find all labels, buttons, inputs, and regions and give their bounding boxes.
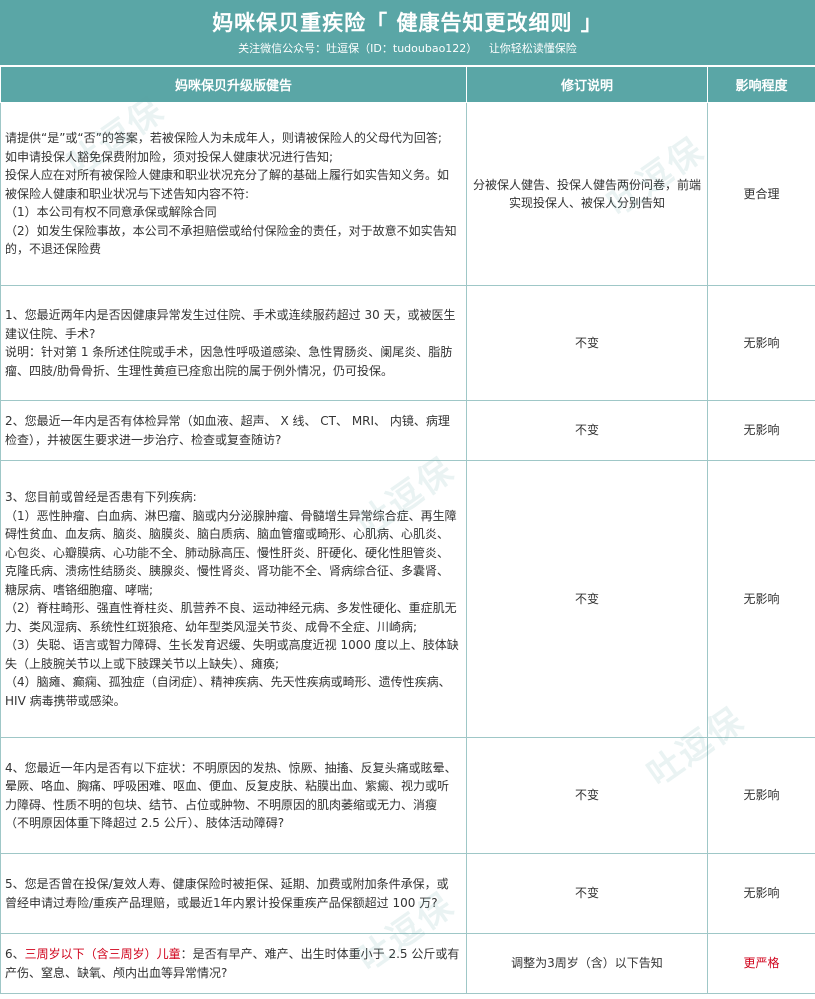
- impact-cell: 无影响: [707, 460, 815, 738]
- impact-cell: 更严格: [707, 933, 815, 994]
- revision-note-cell: 不变: [466, 285, 708, 401]
- page-subtitle: 关注微信公众号：吐逗保（ID：tudoubao122） 让你轻松读懂保险: [0, 37, 815, 58]
- impact-cell: 无影响: [707, 400, 815, 461]
- question-line: 1、您最近两年内是否因健康异常发生过住院、手术或连续服药超过 30 天，或被医生…: [5, 308, 456, 341]
- revision-note-cell: 不变: [466, 737, 708, 854]
- question-prefix: 6、: [5, 947, 25, 961]
- table-header-row: 妈咪保贝升级版健告 修订说明 影响程度: [0, 66, 815, 103]
- question-cell: 3、您目前或曾经是否患有下列疾病: （1）恶性肿瘤、白血病、淋巴瘤、脑或内分泌腺…: [0, 460, 467, 738]
- question-line: 2、您最近一年内是否有体检异常（如血液、超声、 X 线、 CT、 MRI、 内镜…: [5, 414, 450, 447]
- page-header: 妈咪保贝重疾险「 健康告知更改细则 」 关注微信公众号：吐逗保（ID：tudou…: [0, 0, 815, 66]
- table-row: 5、您是否曾在投保/复效人寿、健康保险时被拒保、延期、加费或附加条件承保，或曾经…: [0, 853, 815, 934]
- question-highlight: 三周岁以下（含三周岁）儿童: [24, 947, 181, 961]
- page: 妈咪保贝重疾险「 健康告知更改细则 」 关注微信公众号：吐逗保（ID：tudou…: [0, 0, 815, 999]
- impact-cell: 无影响: [707, 285, 815, 401]
- table-row: 2、您最近一年内是否有体检异常（如血液、超声、 X 线、 CT、 MRI、 内镜…: [0, 400, 815, 461]
- question-cell: 6、三周岁以下（含三周岁）儿童：是否有早产、难产、出生时体重小于 2.5 公斤或…: [0, 933, 467, 994]
- question-line: （2）如发生保险事故，本公司不承担赔偿或给付保险金的责任，对于故意不如实告知的，…: [5, 223, 457, 257]
- question-line: 投保人应在对所有被保险人健康和职业状况充分了解的基础上履行如实告知义务。如被保险…: [5, 168, 450, 201]
- revision-note-cell: 不变: [466, 400, 708, 461]
- revision-note-cell: 不变: [466, 853, 708, 934]
- revision-note-cell: 分被保人健告、投保人健告两份问卷，前端实现投保人、被保人分别告知: [466, 102, 708, 286]
- question-line: 说明：针对第 1 条所述住院或手术，因急性呼吸道感染、急性胃肠炎、阑尾炎、脂肪瘤…: [5, 345, 453, 378]
- table-row: 3、您目前或曾经是否患有下列疾病: （1）恶性肿瘤、白血病、淋巴瘤、脑或内分泌腺…: [0, 460, 815, 738]
- column-header-health-notice: 妈咪保贝升级版健告: [0, 66, 467, 103]
- revision-note-cell: 调整为3周岁（含）以下告知: [466, 933, 708, 994]
- question-line: （4）脑瘫、癫痫、孤独症（自闭症）、精神疾病、先天性疾病或畸形、遗传性疾病、HI…: [5, 675, 451, 708]
- question-cell: 5、您是否曾在投保/复效人寿、健康保险时被拒保、延期、加费或附加条件承保，或曾经…: [0, 853, 467, 934]
- table-row: 1、您最近两年内是否因健康异常发生过住院、手术或连续服药超过 30 天，或被医生…: [0, 285, 815, 401]
- table-row: 6、三周岁以下（含三周岁）儿童：是否有早产、难产、出生时体重小于 2.5 公斤或…: [0, 933, 815, 994]
- question-line: （2）脊柱畸形、强直性脊柱炎、肌营养不良、运动神经元病、多发性硬化、重症肌无力、…: [5, 601, 457, 634]
- table-row: 请提供“是”或“否”的答案，若被保险人为未成年人，则请被保险人的父母代为回答; …: [0, 102, 815, 286]
- question-line: 5、您是否曾在投保/复效人寿、健康保险时被拒保、延期、加费或附加条件承保，或曾经…: [5, 877, 449, 910]
- impact-cell: 无影响: [707, 853, 815, 934]
- revision-note-cell: 不变: [466, 460, 708, 738]
- question-line: 3、您目前或曾经是否患有下列疾病:: [5, 490, 197, 504]
- column-header-impact: 影响程度: [707, 66, 815, 103]
- column-header-revision-note: 修订说明: [466, 66, 708, 103]
- question-line: （1）恶性肿瘤、白血病、淋巴瘤、脑或内分泌腺肿瘤、骨髓增生异常综合症、再生障碍性…: [5, 508, 457, 597]
- question-cell: 2、您最近一年内是否有体检异常（如血液、超声、 X 线、 CT、 MRI、 内镜…: [0, 400, 467, 461]
- table-row: 4、您最近一年内是否有以下症状：不明原因的发热、惊厥、抽搐、反复头痛或眩晕、晕厥…: [0, 737, 815, 854]
- page-title: 妈咪保贝重疾险「 健康告知更改细则 」: [212, 11, 603, 35]
- question-line: 如申请投保人豁免保费附加险，须对投保人健康状况进行告知;: [5, 149, 334, 164]
- subtitle-follow: 关注微信公众号：吐逗保（ID：tudoubao122）: [238, 42, 478, 55]
- impact-cell: 无影响: [707, 737, 815, 854]
- question-cell: 1、您最近两年内是否因健康异常发生过住院、手术或连续服药超过 30 天，或被医生…: [0, 285, 467, 401]
- subtitle-slogan: 让你轻松读懂保险: [488, 42, 577, 55]
- health-notice-table: 妈咪保贝升级版健告 修订说明 影响程度 请提供“是”或“否”的答案，若被保险人为…: [0, 66, 815, 994]
- question-line: 请提供“是”或“否”的答案，若被保险人为未成年人，则请被保险人的父母代为回答;: [5, 131, 442, 146]
- question-line: （1）本公司有权不同意承保或解除合同: [5, 205, 217, 220]
- question-line: （3）失聪、语言或智力障碍、生长发育迟缓、失明或高度近视 1000 度以上、肢体…: [5, 638, 459, 671]
- question-cell: 4、您最近一年内是否有以下症状：不明原因的发热、惊厥、抽搐、反复头痛或眩晕、晕厥…: [0, 737, 467, 854]
- question-line: 4、您最近一年内是否有以下症状：不明原因的发热、惊厥、抽搐、反复头痛或眩晕、晕厥…: [5, 760, 457, 831]
- question-cell: 请提供“是”或“否”的答案，若被保险人为未成年人，则请被保险人的父母代为回答; …: [0, 102, 467, 286]
- impact-cell: 更合理: [707, 102, 815, 286]
